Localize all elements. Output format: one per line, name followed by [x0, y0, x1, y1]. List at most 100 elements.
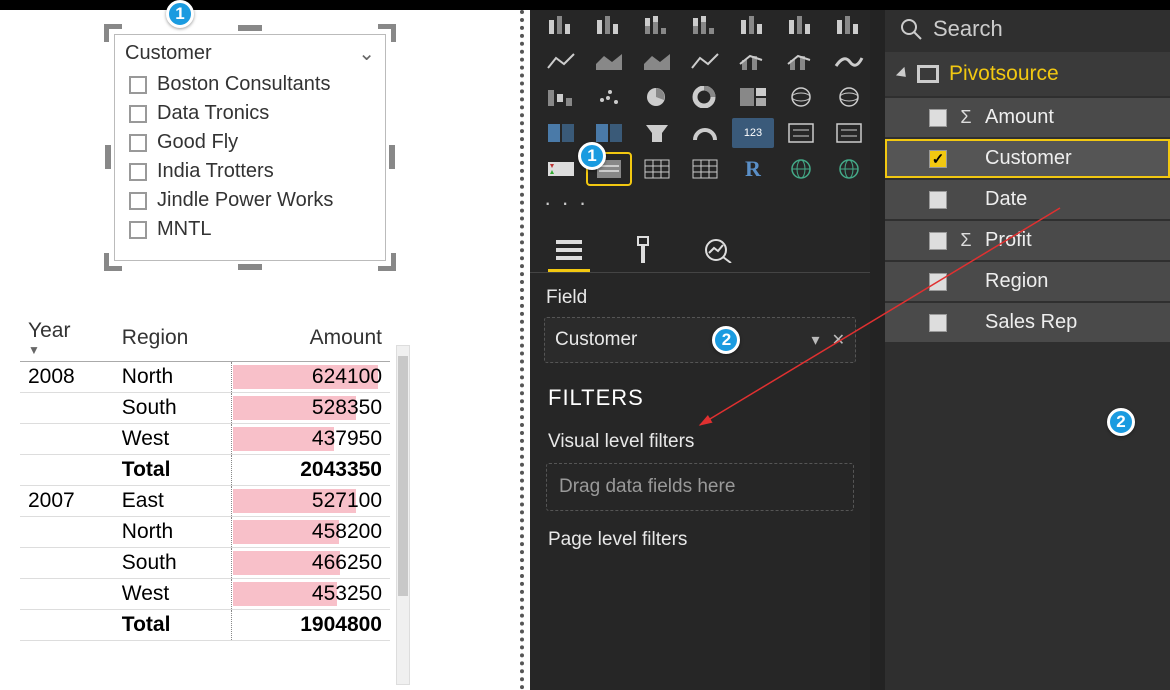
format-tab[interactable] — [622, 230, 664, 272]
viz-type-rvis[interactable]: R — [732, 154, 774, 184]
dropdown-icon[interactable]: ▾ — [812, 330, 820, 350]
viz-type-table[interactable] — [636, 154, 678, 184]
slicer-item-label: India Trotters — [157, 160, 274, 183]
checkbox-icon[interactable] — [129, 221, 147, 239]
annotation-badge-1a: 1 — [166, 0, 194, 28]
annotation-badge-2-field: 2 — [1107, 408, 1135, 436]
viz-type-numbox[interactable]: 123 — [732, 118, 774, 148]
viz-type-matrix[interactable] — [684, 154, 726, 184]
field-checkbox[interactable] — [929, 273, 947, 291]
field-label: Profit — [985, 229, 1032, 252]
col-year[interactable]: Year▼ — [20, 315, 114, 362]
viz-type-cbar[interactable] — [636, 10, 678, 40]
slicer-visual[interactable]: Customer ⌄ Boston ConsultantsData Tronic… — [110, 30, 390, 265]
remove-field-icon[interactable]: ✕ — [832, 330, 845, 350]
visual-level-filters-label: Visual level filters — [530, 421, 870, 463]
analytics-tab[interactable] — [696, 230, 738, 272]
viz-type-combo[interactable] — [732, 46, 774, 76]
viz-type-kpi[interactable] — [780, 118, 822, 148]
slicer-item[interactable]: MNTL — [123, 215, 377, 244]
sigma-icon: Σ — [957, 107, 975, 128]
fields-tab[interactable] — [548, 230, 590, 272]
annotation-badge-1b: 1 — [578, 142, 606, 170]
col-region[interactable]: Region — [114, 315, 231, 362]
viz-type-sbar[interactable] — [732, 10, 774, 40]
more-visuals-icon[interactable]: · · · — [530, 188, 870, 224]
viz-type-kpi[interactable] — [828, 118, 870, 148]
slicer-item[interactable]: Data Tronics — [123, 99, 377, 128]
viz-type-water[interactable] — [540, 82, 582, 112]
viz-type-donut[interactable] — [684, 82, 726, 112]
field-checkbox[interactable] — [929, 109, 947, 127]
viz-type-sbar[interactable] — [828, 10, 870, 40]
visual-filter-dropzone[interactable]: Drag data fields here — [546, 463, 854, 511]
slicer-item-label: Jindle Power Works — [157, 189, 333, 212]
viz-type-sbar[interactable] — [540, 10, 582, 40]
table-row: North458200 — [20, 517, 390, 548]
fields-search[interactable]: Search — [885, 10, 1170, 52]
viz-type-area[interactable] — [588, 46, 630, 76]
field-checkbox[interactable] — [929, 191, 947, 209]
checkbox-icon[interactable] — [129, 163, 147, 181]
slicer-item[interactable]: Good Fly — [123, 128, 377, 157]
slicer-item-label: Good Fly — [157, 131, 238, 154]
field-checkbox[interactable] — [929, 314, 947, 332]
scrollbar-thumb[interactable] — [398, 356, 408, 596]
viz-type-sbar[interactable] — [588, 10, 630, 40]
viz-type-card[interactable] — [540, 154, 582, 184]
viz-type-area[interactable] — [636, 46, 678, 76]
field-row-profit[interactable]: ΣProfit — [885, 221, 1170, 260]
field-row-sales-rep[interactable]: Sales Rep — [885, 303, 1170, 342]
visualization-gallery: 123 1 R — [530, 10, 870, 188]
viz-type-map[interactable] — [780, 82, 822, 112]
table-row: 2007East527100 — [20, 486, 390, 517]
scrollbar[interactable] — [396, 345, 410, 685]
slicer-item[interactable]: Boston Consultants — [123, 70, 377, 99]
field-row-amount[interactable]: ΣAmount — [885, 98, 1170, 137]
visualizations-pane: 1231R · · · Field Customer2 ▾ ✕ FILTERS … — [530, 10, 870, 690]
pane-divider — [520, 10, 524, 690]
chevron-down-icon[interactable]: ⌄ — [358, 41, 375, 66]
table-row: West453250 — [20, 579, 390, 610]
table-node-pivotsource[interactable]: Pivotsource — [885, 52, 1170, 96]
viz-type-fill[interactable] — [540, 118, 582, 148]
slicer-item[interactable]: Jindle Power Works — [123, 186, 377, 215]
viz-type-combo[interactable] — [780, 46, 822, 76]
slicer-item-label: Data Tronics — [157, 102, 269, 125]
field-checkbox[interactable]: ✓ — [929, 150, 947, 168]
viz-type-scat[interactable] — [588, 82, 630, 112]
slicer-item-label: Boston Consultants — [157, 73, 330, 96]
annotation-badge-2-well: 2 — [712, 326, 740, 354]
sort-desc-icon: ▼ — [28, 343, 106, 357]
viz-type-funnel[interactable] — [636, 118, 678, 148]
viz-type-cbar[interactable] — [684, 10, 726, 40]
field-row-customer[interactable]: ✓Customer — [885, 139, 1170, 178]
viz-type-ribbon[interactable] — [828, 46, 870, 76]
table-row: West437950 — [20, 424, 390, 455]
viz-type-pie[interactable] — [636, 82, 678, 112]
field-row-date[interactable]: Date — [885, 180, 1170, 219]
checkbox-icon[interactable] — [129, 105, 147, 123]
field-well-customer[interactable]: Customer2 ▾ ✕ — [544, 317, 856, 363]
field-checkbox[interactable] — [929, 232, 947, 250]
viz-type-line[interactable] — [684, 46, 726, 76]
slicer-item[interactable]: India Trotters — [123, 157, 377, 186]
checkbox-icon[interactable] — [129, 134, 147, 152]
matrix-visual[interactable]: Year▼ Region Amount 2008North624100South… — [20, 315, 390, 641]
viz-type-gauge[interactable] — [684, 118, 726, 148]
filters-heading: FILTERS — [530, 363, 870, 421]
checkbox-icon[interactable] — [129, 76, 147, 94]
checkbox-icon[interactable] — [129, 192, 147, 210]
viz-type-globe[interactable] — [780, 154, 822, 184]
viz-type-slicer[interactable]: 1 — [588, 154, 630, 184]
viz-type-globe[interactable] — [828, 154, 870, 184]
field-label: Date — [985, 188, 1027, 211]
col-amount[interactable]: Amount — [231, 315, 390, 362]
viz-type-sbar[interactable] — [780, 10, 822, 40]
field-row-region[interactable]: Region — [885, 262, 1170, 301]
viz-type-map[interactable] — [828, 82, 870, 112]
fields-pane: Search Pivotsource ΣAmount✓Customer Date Σ… — [885, 10, 1170, 690]
viz-type-tree[interactable] — [732, 82, 774, 112]
expand-icon — [896, 67, 910, 81]
viz-type-line[interactable] — [540, 46, 582, 76]
